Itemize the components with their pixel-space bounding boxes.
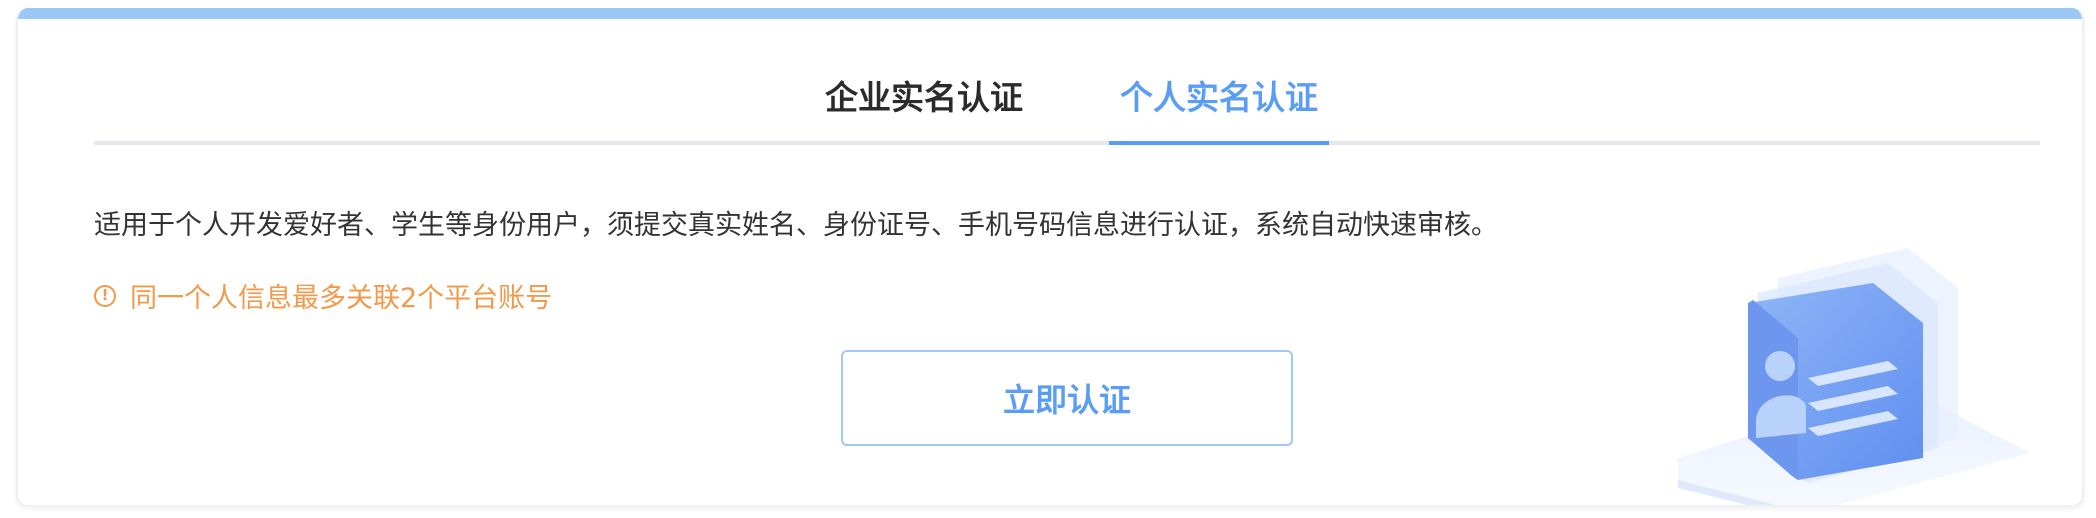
tab-personal-verification[interactable]: 个人实名认证 xyxy=(1109,48,1329,141)
warning-notice: ! 同一个人信息最多关联2个平台账号 xyxy=(94,276,552,315)
tab-enterprise-verification[interactable]: 企业实名认证 xyxy=(818,48,1030,141)
exclamation-circle-icon: ! xyxy=(94,284,116,307)
verify-now-button[interactable]: 立即认证 xyxy=(841,350,1293,446)
active-tab-underline xyxy=(1109,141,1329,145)
warning-text: 同一个人信息最多关联2个平台账号 xyxy=(130,283,553,314)
id-card-icon xyxy=(1678,248,2030,505)
personal-verification-card: 企业实名认证 个人实名认证 适用于个人开发爱好者、学生等身份用户，须提交真实姓名… xyxy=(16,8,2084,507)
verification-description: 适用于个人开发爱好者、学生等身份用户，须提交真实姓名、身份证号、手机号码信息进行… xyxy=(94,210,1498,241)
top-stripe xyxy=(18,8,2082,19)
verification-tabs: 企业实名认证 个人实名认证 xyxy=(94,48,2040,145)
